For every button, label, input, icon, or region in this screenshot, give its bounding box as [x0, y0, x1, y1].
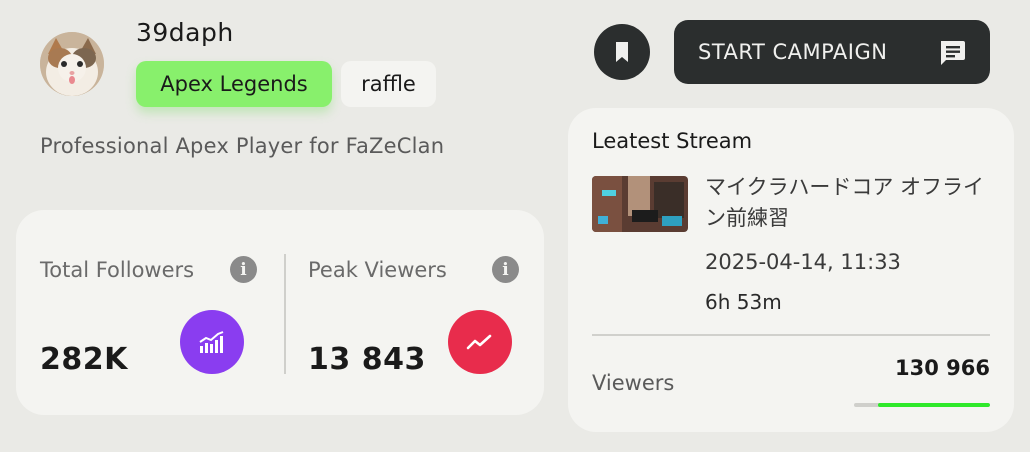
- followers-info-icon[interactable]: i: [230, 256, 257, 283]
- bar-chart-trend-icon: [199, 331, 224, 353]
- viewers-progress-bar: [854, 403, 990, 407]
- followers-label: Total Followers: [40, 258, 195, 282]
- profile-bio: Professional Apex Player for FaZeClan: [40, 134, 445, 158]
- peak-viewers-label: Peak Viewers: [308, 258, 447, 282]
- stream-title: マイクラハードコア オフライン前練習: [705, 175, 985, 230]
- tag-game[interactable]: Apex Legends: [136, 61, 332, 107]
- bookmark-icon: [616, 42, 628, 62]
- username: 39daph: [136, 18, 234, 47]
- start-campaign-button[interactable]: START CAMPAIGN: [674, 20, 990, 84]
- viewers-value: 130 966: [895, 356, 990, 380]
- followers-trend-badge: [180, 310, 244, 374]
- latest-stream-heading: Leatest Stream: [592, 129, 753, 153]
- chat-icon: [941, 41, 965, 65]
- stream-thumbnail-image: [592, 176, 688, 232]
- viewers-label: Viewers: [592, 371, 675, 395]
- start-campaign-label: START CAMPAIGN: [698, 40, 888, 64]
- cat-avatar-icon: [40, 32, 104, 96]
- tag-raffle[interactable]: raffle: [341, 61, 436, 107]
- stats-divider: [284, 254, 286, 374]
- stats-card: Total Followers i 282K Peak Viewers i 13…: [16, 210, 544, 415]
- stream-thumbnail[interactable]: [592, 176, 688, 232]
- trend-up-icon: [466, 334, 492, 350]
- stream-divider: [592, 334, 990, 336]
- avatar: [40, 32, 104, 96]
- bookmark-button[interactable]: [594, 24, 650, 80]
- viewers-progress-fill: [878, 403, 990, 407]
- latest-stream-card[interactable]: Leatest Stream マイクラハードコア オフライン前練習 2025-0…: [568, 108, 1014, 432]
- peak-viewers-value: 13 843: [308, 342, 426, 377]
- peak-viewers-trend-badge: [448, 310, 512, 374]
- peak-viewers-info-icon[interactable]: i: [492, 256, 519, 283]
- stream-date: 2025-04-14, 11:33: [705, 250, 901, 274]
- stream-duration: 6h 53m: [705, 290, 782, 314]
- followers-value: 282K: [40, 342, 128, 377]
